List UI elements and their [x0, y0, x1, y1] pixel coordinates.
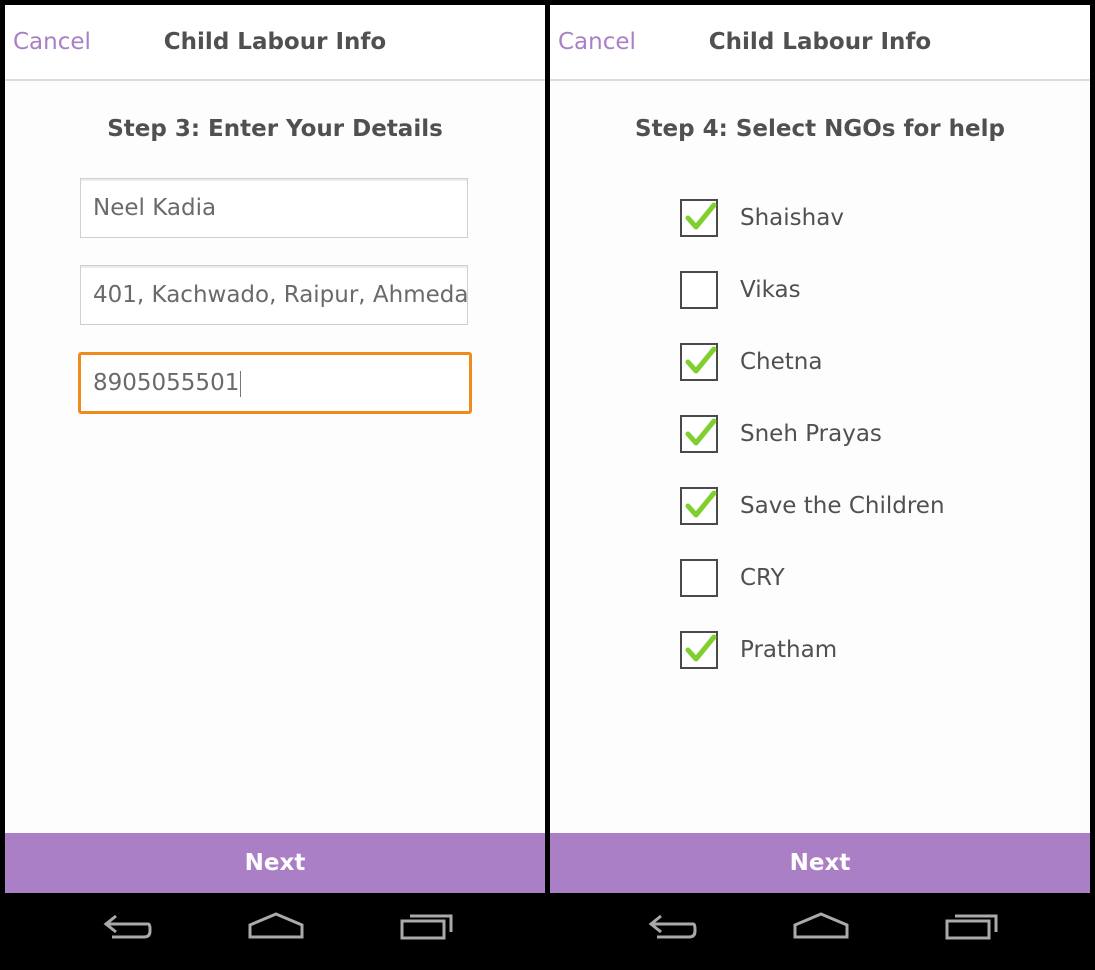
- back-icon[interactable]: [645, 911, 697, 945]
- ngo-label: Chetna: [740, 349, 823, 375]
- ngo-label: Sneh Prayas: [740, 421, 882, 447]
- ngo-checkbox[interactable]: [680, 631, 718, 669]
- ngo-item[interactable]: Chetna: [678, 331, 978, 391]
- name-field[interactable]: Neel Kadia: [80, 178, 468, 238]
- ngo-item[interactable]: CRY: [678, 547, 978, 607]
- ngo-item[interactable]: Shaishav: [678, 187, 978, 247]
- next-button[interactable]: Next: [550, 833, 1090, 893]
- back-icon[interactable]: [100, 911, 152, 945]
- android-nav-bar: [5, 893, 545, 970]
- phone-screen-step4: Cancel Child Labour Info Step 4: Select …: [550, 5, 1090, 970]
- top-bar: Cancel Child Labour Info: [5, 5, 545, 81]
- next-button[interactable]: Next: [5, 833, 545, 893]
- name-field-value: Neel Kadia: [93, 195, 217, 221]
- top-bar: Cancel Child Labour Info: [550, 5, 1090, 81]
- step-title: Step 4: Select NGOs for help: [635, 116, 1005, 142]
- checkmark-icon: [685, 418, 717, 446]
- address-field[interactable]: 401, Kachwado, Raipur, Ahmedabad: [80, 265, 468, 325]
- ngo-checkbox[interactable]: [680, 415, 718, 453]
- ngo-item[interactable]: Sneh Prayas: [678, 403, 978, 463]
- checkmark-icon: [685, 634, 717, 662]
- text-cursor: [240, 370, 242, 397]
- phone-screen-step3: Cancel Child Labour Info Step 3: Enter Y…: [5, 5, 545, 970]
- android-nav-bar: [550, 893, 1090, 970]
- phone-field-value: 8905055501: [93, 370, 240, 396]
- app-screen: Cancel Child Labour Info Step 4: Select …: [550, 5, 1090, 893]
- ngo-label: Save the Children: [740, 493, 945, 519]
- recent-apps-icon[interactable]: [400, 911, 454, 945]
- ngo-label: CRY: [740, 565, 785, 591]
- ngo-checkbox-list: Shaishav Vikas Chetna Sneh Prayas Save the C…: [678, 165, 978, 685]
- ngo-label: Vikas: [740, 277, 801, 303]
- recent-apps-icon[interactable]: [945, 911, 999, 945]
- app-title: Child Labour Info: [708, 29, 932, 55]
- checkmark-icon: [685, 346, 717, 374]
- address-field-value: 401, Kachwado, Raipur, Ahmedabad: [93, 282, 468, 308]
- ngo-label: Shaishav: [740, 205, 844, 231]
- checkmark-icon: [685, 202, 717, 230]
- ngo-label: Pratham: [740, 637, 838, 663]
- ngo-item[interactable]: Save the Children: [678, 475, 978, 535]
- ngo-item[interactable]: Vikas: [678, 259, 978, 319]
- home-icon[interactable]: [793, 911, 849, 945]
- home-icon[interactable]: [248, 911, 304, 945]
- ngo-checkbox[interactable]: [680, 343, 718, 381]
- phone-field[interactable]: 8905055501: [78, 352, 472, 414]
- ngo-checkbox[interactable]: [680, 487, 718, 525]
- step-title: Step 3: Enter Your Details: [107, 116, 443, 142]
- ngo-checkbox[interactable]: [680, 199, 718, 237]
- checkmark-icon: [685, 490, 717, 518]
- app-title: Child Labour Info: [163, 29, 387, 55]
- ngo-item[interactable]: Pratham: [678, 619, 978, 679]
- ngo-checkbox[interactable]: [680, 559, 718, 597]
- app-screen: Cancel Child Labour Info Step 3: Enter Y…: [5, 5, 545, 893]
- ngo-checkbox[interactable]: [680, 271, 718, 309]
